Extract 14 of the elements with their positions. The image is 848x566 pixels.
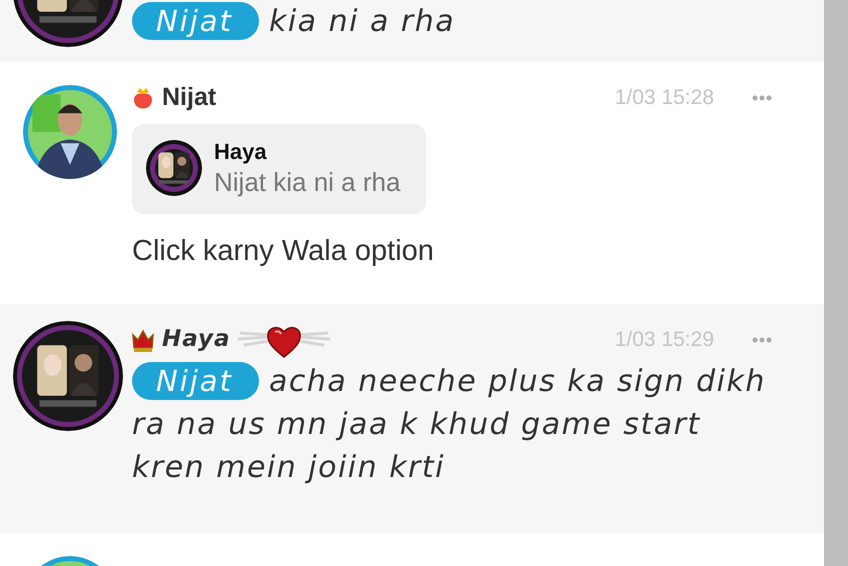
user-name: Haya (162, 325, 231, 354)
crown-icon (132, 328, 154, 352)
user-name: Nijat (162, 82, 216, 114)
strawberry-icon (132, 86, 154, 110)
more-icon (752, 336, 772, 342)
message-text: Nijat acha neeche plus ka sign dikh ra na us mn jaa k khud game start kren mein joiin krti (132, 360, 767, 486)
message-time: 1/03 15:28 (614, 85, 714, 112)
message-text: Nijat kia ni a rha (132, 0, 772, 43)
quoted-name: Haya (214, 138, 268, 166)
more-icon (752, 95, 772, 101)
mention-tag[interactable]: Nijat (132, 362, 259, 400)
quoted-text: Nijat kia ni a rha (214, 166, 400, 198)
mention-tag[interactable]: Nijat (132, 2, 259, 40)
message-text: Click karny Wala option (132, 234, 435, 269)
